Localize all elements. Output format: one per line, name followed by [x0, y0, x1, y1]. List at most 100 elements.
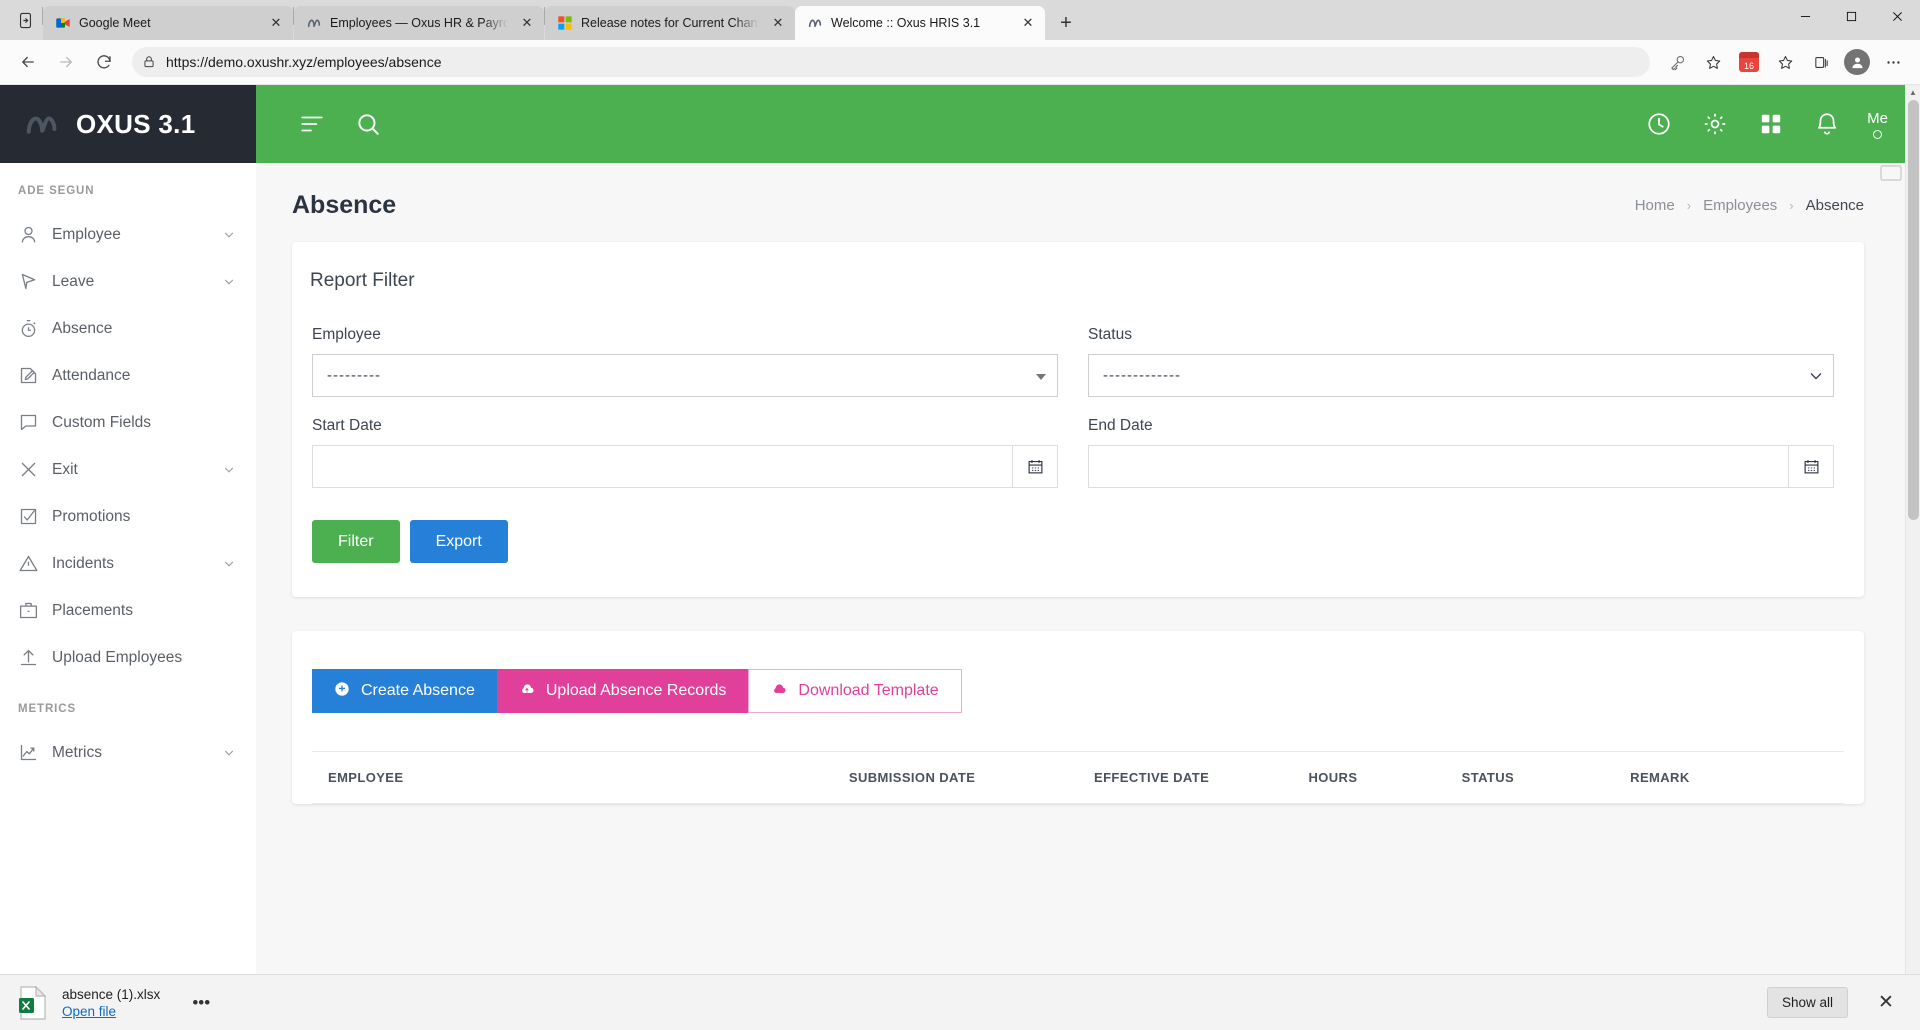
chevron-down-icon[interactable]	[222, 228, 236, 242]
chevron-down-icon[interactable]	[222, 746, 236, 760]
sidebar-item-metrics[interactable]: Metrics	[0, 729, 256, 776]
breadcrumb-separator: ›	[1686, 198, 1692, 213]
start-date-calendar-button[interactable]	[1012, 445, 1058, 488]
collections-icon[interactable]	[1804, 45, 1838, 79]
sidebar-item-employee[interactable]: Employee	[0, 211, 256, 258]
employee-field-group: Employee ---------	[312, 326, 1058, 397]
sidebar-item-label: Leave	[52, 272, 95, 290]
reload-icon[interactable]	[86, 44, 122, 80]
user-menu[interactable]: Me	[1867, 110, 1888, 139]
start-date-field-group: Start Date	[312, 417, 1058, 488]
create-absence-button[interactable]: Create Absence	[312, 669, 497, 713]
settings-more-icon[interactable]	[1876, 45, 1910, 79]
window-controls	[1782, 0, 1920, 40]
brand-header[interactable]: OXUS 3.1	[0, 85, 256, 163]
tab-close-icon[interactable]: ✕	[1017, 12, 1039, 34]
new-tab-button[interactable]: +	[1049, 8, 1083, 38]
upload-absence-records-button[interactable]: Upload Absence Records	[496, 669, 749, 713]
end-date-input-group	[1088, 445, 1834, 488]
employee-select[interactable]: ---------	[312, 354, 1058, 397]
end-date-input[interactable]	[1088, 445, 1788, 488]
chevron-down-icon[interactable]	[222, 557, 236, 571]
scrollbar-thumb[interactable]	[1908, 100, 1919, 520]
window-maximize-button[interactable]	[1828, 0, 1874, 32]
sidebar-item-absence[interactable]: Absence	[0, 305, 256, 352]
oxus-logo-icon	[24, 109, 62, 139]
column-header-submission-date[interactable]: SUBMISSION DATE	[832, 751, 1078, 804]
status-select-wrap: -------------	[1088, 354, 1834, 397]
breadcrumb-separator: ›	[1789, 198, 1794, 213]
favorite-star-icon[interactable]	[1696, 45, 1730, 79]
address-bar-url: https://demo.oxushr.xyz/employees/absenc…	[166, 54, 442, 70]
history-clock-icon[interactable]	[1631, 96, 1687, 152]
download-template-button[interactable]: Download Template	[748, 669, 962, 713]
sidebar-item-promotions[interactable]: Promotions	[0, 493, 256, 540]
breadcrumb-item-employees[interactable]: Employees	[1703, 197, 1777, 214]
settings-gear-icon[interactable]	[1687, 96, 1743, 152]
sidebar-section-metrics: METRICS	[18, 703, 77, 715]
apps-grid-icon[interactable]	[1743, 96, 1799, 152]
chevron-down-icon[interactable]	[222, 463, 236, 477]
trend-chart-icon	[18, 742, 52, 763]
address-bar[interactable]: https://demo.oxushr.xyz/employees/absenc…	[132, 47, 1650, 77]
notifications-bell-icon[interactable]	[1799, 96, 1855, 152]
download-more-options-button[interactable]: •••	[184, 986, 218, 1020]
profile-icon[interactable]	[1844, 49, 1870, 75]
sidebar-item-upload-employees[interactable]: Upload Employees	[0, 634, 256, 681]
scroll-up-arrow-icon[interactable]: ▲	[1906, 85, 1920, 100]
employee-label: Employee	[312, 326, 381, 343]
column-header-hours[interactable]: HOURS	[1292, 751, 1446, 804]
sidebar-item-label: Employee	[52, 225, 121, 243]
sidebar-item-label: Exit	[52, 460, 78, 478]
menu-toggle-icon[interactable]	[284, 96, 340, 152]
sidebar-item-leave[interactable]: Leave	[0, 258, 256, 305]
sidebar-item-placements[interactable]: Placements	[0, 587, 256, 634]
tab-close-icon[interactable]: ✕	[767, 12, 789, 34]
column-header-effective-date[interactable]: EFFECTIVE DATE	[1078, 751, 1293, 804]
calendar-badge-icon[interactable]: 16	[1732, 45, 1766, 79]
sidebar-item-label: Attendance	[52, 366, 131, 384]
filter-button[interactable]: Filter	[312, 520, 400, 563]
download-file-name: absence (1).xlsx	[62, 986, 161, 1002]
stopwatch-icon	[18, 318, 52, 339]
vertical-scrollbar[interactable]: ▲ ▼	[1905, 85, 1920, 1030]
search-icon[interactable]	[340, 96, 396, 152]
excel-file-icon	[18, 985, 48, 1020]
tab-close-icon[interactable]: ✕	[265, 12, 287, 34]
column-header-employee[interactable]: EMPLOYEE	[312, 751, 833, 804]
end-date-calendar-button[interactable]	[1788, 445, 1834, 488]
browser-tab-2[interactable]: Release notes for Current Chann ✕	[545, 6, 795, 40]
status-select[interactable]: -------------	[1088, 354, 1834, 397]
browser-tab-3-active[interactable]: Welcome :: Oxus HRIS 3.1 ✕	[795, 6, 1045, 40]
breadcrumb-item-home[interactable]: Home	[1635, 197, 1675, 214]
sidebar-item-incidents[interactable]: Incidents	[0, 540, 256, 587]
show-all-downloads-button[interactable]: Show all	[1766, 987, 1848, 1018]
browser-tab-1[interactable]: Employees — Oxus HR & Payroll ✕	[294, 6, 544, 40]
column-header-status[interactable]: STATUS	[1445, 751, 1615, 804]
window-minimize-button[interactable]	[1782, 0, 1828, 32]
column-header-remark[interactable]: REMARK	[1614, 751, 1844, 804]
status-label: Status	[1088, 326, 1132, 343]
start-date-input[interactable]	[312, 445, 1012, 488]
favorites-bar-icon[interactable]	[1768, 45, 1802, 79]
sidebar-item-custom-fields[interactable]: Custom Fields	[0, 399, 256, 446]
oxus-icon	[807, 15, 823, 31]
online-status-dot-icon	[1873, 129, 1883, 139]
back-arrow-icon[interactable]	[10, 44, 46, 80]
close-download-bar-button[interactable]: ✕	[1868, 985, 1904, 1021]
open-file-link[interactable]: Open file	[62, 1004, 160, 1019]
tab-search-icon[interactable]	[8, 0, 42, 40]
sidebar-item-attendance[interactable]: Attendance	[0, 352, 256, 399]
chevron-down-icon[interactable]	[222, 275, 236, 289]
download-item: absence (1).xlsx Open file	[62, 987, 160, 1019]
browser-tab-0[interactable]: Google Meet ✕	[43, 6, 293, 40]
tab-close-icon[interactable]: ✕	[516, 12, 538, 34]
key-icon[interactable]	[1660, 45, 1694, 79]
browser-essentials-icon[interactable]	[1840, 45, 1874, 79]
export-button[interactable]: Export	[409, 520, 508, 563]
sidebar-item-label: Incidents	[52, 554, 115, 572]
main-area: Me Absence Home › Employees › Absence Re…	[256, 85, 1920, 1030]
browser-tab-title: Employees — Oxus HR & Payroll	[330, 16, 508, 30]
sidebar-item-exit[interactable]: Exit	[0, 446, 256, 493]
window-close-button[interactable]	[1874, 0, 1920, 32]
